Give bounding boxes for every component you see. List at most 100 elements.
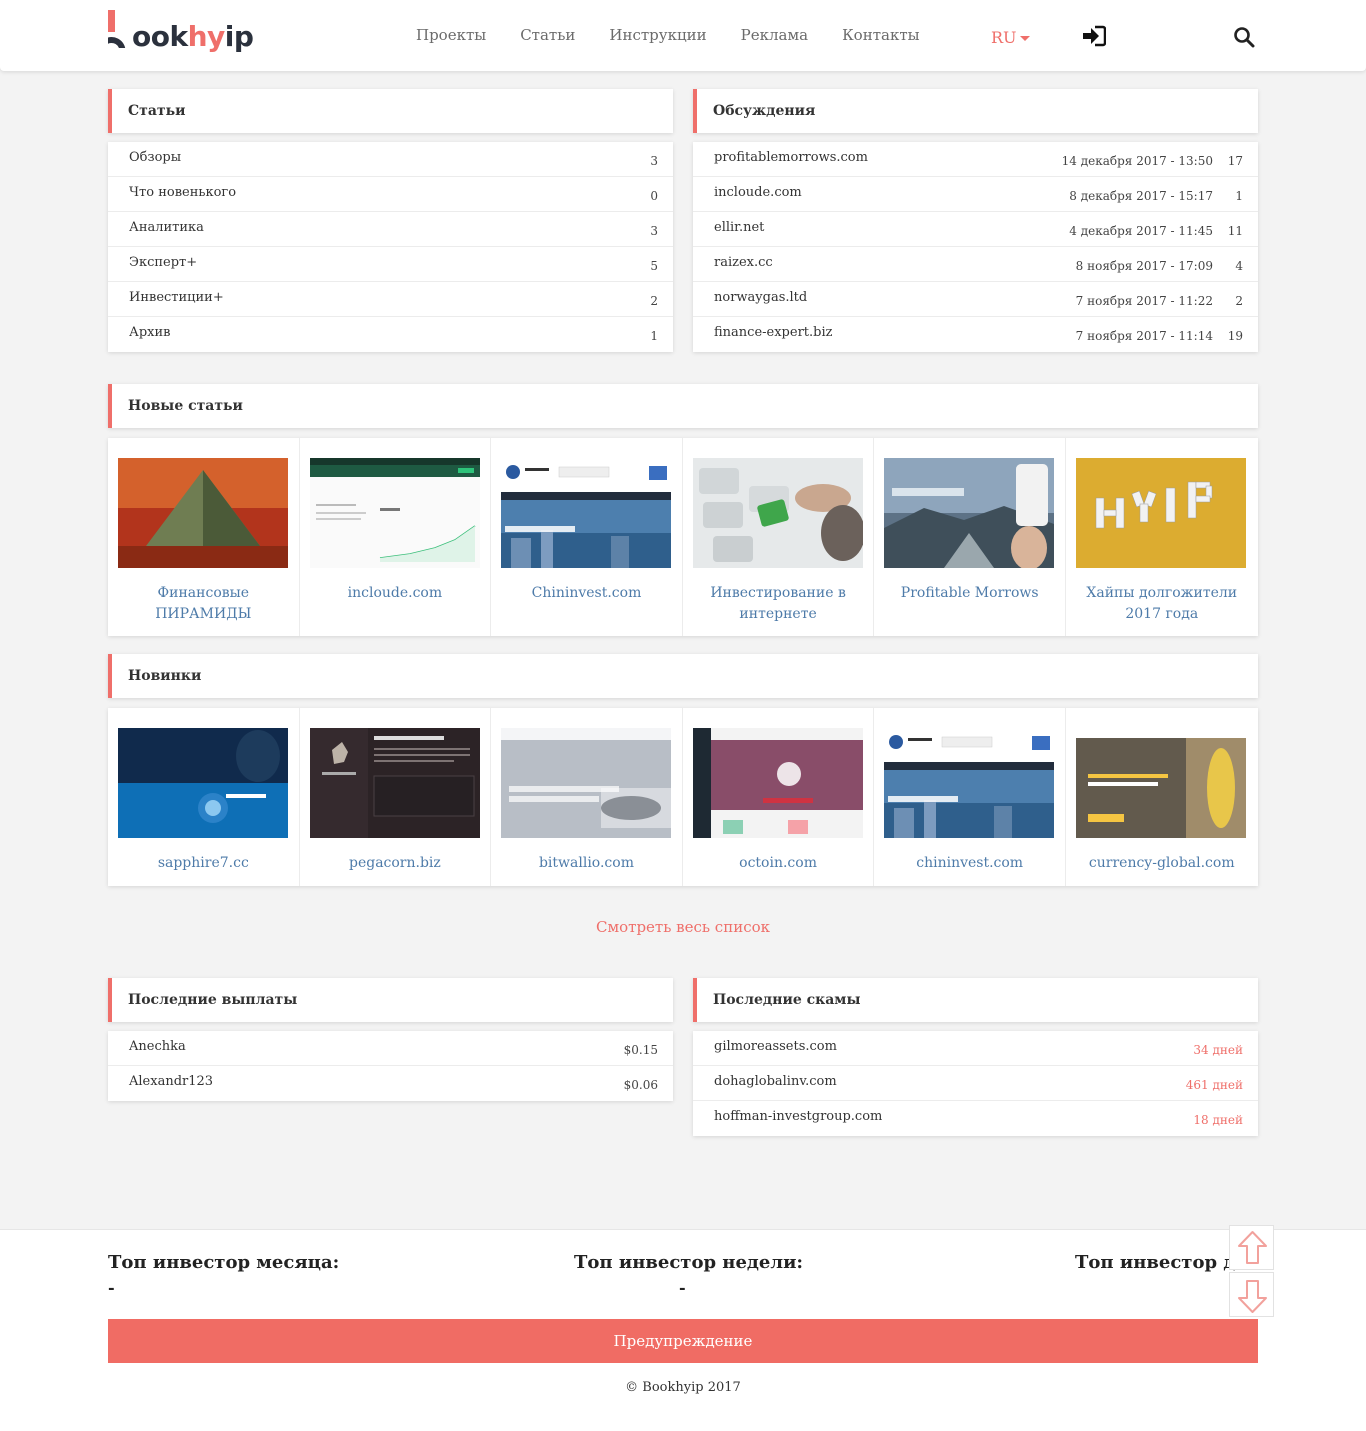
warning-button[interactable]: Предупреждение [108, 1319, 1258, 1363]
scam-row[interactable]: gilmoreassets.com 34 дней [693, 1031, 1258, 1066]
payouts-list: Anechka $0.15 Alexandr123 $0.06 [108, 1031, 673, 1101]
article-card[interactable]: Финансовые ПИРАМИДЫ [108, 438, 300, 636]
card-title[interactable]: pegacorn.biz [304, 853, 487, 874]
discussion-date: 7 ноября 2017 - 11:14 [1075, 329, 1213, 343]
arrow-up-icon [1238, 1231, 1267, 1264]
search-icon[interactable] [1233, 26, 1255, 48]
site-logo[interactable]: ookhyip [108, 10, 273, 55]
articles-heading: Статьи [108, 89, 673, 133]
discussion-date: 7 ноября 2017 - 11:22 [1075, 294, 1213, 308]
nav-contacts[interactable]: Контакты [842, 26, 920, 44]
discussion-count: 11 [1227, 224, 1243, 238]
language-selector[interactable]: RU [991, 28, 1030, 47]
discussion-row[interactable]: norwaygas.ltd 7 ноября 2017 - 11:22 2 [693, 282, 1258, 317]
scam-row[interactable]: hoffman-investgroup.com 18 дней [693, 1101, 1258, 1136]
article-card[interactable]: Chininvest.com [491, 438, 683, 636]
category-name: Что новенького [129, 185, 237, 200]
article-category-row[interactable]: Что новенького 0 [108, 177, 673, 212]
card-title[interactable]: currency-global.com [1070, 853, 1254, 874]
card-title[interactable]: octoin.com [687, 853, 870, 874]
octoin-thumbnail [692, 728, 863, 838]
article-card[interactable]: Profitable Morrows [874, 438, 1066, 636]
discussion-row[interactable]: incloude.com 8 декабря 2017 - 15:17 1 [693, 177, 1258, 212]
scroll-up-button[interactable] [1229, 1225, 1274, 1270]
pyramid-thumbnail [118, 458, 288, 568]
payouts-heading: Последние выплаты [108, 978, 673, 1022]
project-card[interactable]: chininvest.com [874, 708, 1066, 886]
discussion-count: 19 [1227, 329, 1243, 343]
discussion-name: incloude.com [714, 185, 802, 200]
card-title[interactable]: Финансовые ПИРАМИДЫ [112, 583, 295, 625]
discussion-name: ellir.net [714, 220, 765, 235]
language-label: RU [991, 28, 1017, 47]
discussion-row[interactable]: raizex.cc 8 ноября 2017 - 17:09 4 [693, 247, 1258, 282]
nav-articles[interactable]: Статьи [520, 26, 575, 44]
new-projects-grid: sapphire7.cc pegacorn.biz bitwallio.com [108, 708, 1258, 886]
nav-advertising[interactable]: Реклама [741, 26, 808, 44]
articles-list: Обзоры 3 Что новенького 0 Аналитика 3 Экспе… [108, 142, 673, 352]
project-card[interactable]: currency-global.com [1066, 708, 1258, 886]
card-title[interactable]: sapphire7.cc [112, 853, 295, 874]
discussion-row[interactable]: finance-expert.biz 7 ноября 2017 - 11:14 1… [693, 317, 1258, 352]
card-title[interactable]: Инвестирование в интернете [687, 583, 870, 625]
incloude-thumbnail [309, 458, 480, 568]
nav-instructions[interactable]: Инструкции [609, 26, 706, 44]
scams-heading: Последние скамы [693, 978, 1258, 1022]
scam-name: dohaglobalinv.com [714, 1074, 837, 1089]
sapphire-thumbnail [118, 728, 288, 838]
article-card[interactable]: Инвестирование в интернете [683, 438, 875, 636]
discussion-row[interactable]: ellir.net 4 декабря 2017 - 11:45 11 [693, 212, 1258, 247]
discussion-count: 1 [1235, 189, 1243, 203]
article-category-row[interactable]: Аналитика 3 [108, 212, 673, 247]
discussion-name: norwaygas.ltd [714, 290, 808, 305]
card-title[interactable]: Хайпы долгожители 2017 года [1070, 583, 1254, 625]
top-investor-week-value: - [679, 1278, 686, 1297]
new-articles-heading: Новые статьи [108, 384, 1258, 428]
category-count: 3 [650, 154, 658, 168]
category-count: 3 [650, 224, 658, 238]
discussion-date: 8 ноября 2017 - 17:09 [1075, 259, 1213, 273]
project-card[interactable]: pegacorn.biz [300, 708, 492, 886]
card-title[interactable]: Profitable Morrows [878, 583, 1061, 604]
see-all-link[interactable]: Смотреть весь список [0, 918, 1366, 936]
payout-row[interactable]: Alexandr123 $0.06 [108, 1066, 673, 1101]
article-category-row[interactable]: Инвестиции+ 2 [108, 282, 673, 317]
card-title[interactable]: incloude.com [304, 583, 487, 604]
discussion-name: profitablemorrows.com [714, 150, 868, 165]
sign-in-icon[interactable] [1082, 25, 1106, 47]
site-footer: Топ инвестор месяца: - Топ инвестор неде… [0, 1229, 1366, 1431]
new-articles-grid: Финансовые ПИРАМИДЫ incloude.com Chininv… [108, 438, 1258, 636]
article-card[interactable]: incloude.com [300, 438, 492, 636]
card-title[interactable]: chininvest.com [878, 853, 1061, 874]
scam-row[interactable]: dohaglobalinv.com 461 дней [693, 1066, 1258, 1101]
category-name: Эксперт+ [129, 255, 198, 270]
top-investor-month-value: - [108, 1278, 115, 1297]
article-category-row[interactable]: Обзоры 3 [108, 142, 673, 177]
article-category-row[interactable]: Архив 1 [108, 317, 673, 352]
category-name: Обзоры [129, 150, 182, 165]
card-title[interactable]: Chininvest.com [495, 583, 678, 604]
article-category-row[interactable]: Эксперт+ 5 [108, 247, 673, 282]
category-count: 2 [650, 294, 658, 308]
nav-projects[interactable]: Проекты [416, 26, 486, 44]
caret-down-icon [1019, 36, 1030, 41]
category-name: Инвестиции+ [129, 290, 224, 305]
bitwallio-thumbnail [501, 728, 672, 838]
discussion-date: 8 декабря 2017 - 15:17 [1069, 189, 1213, 203]
scroll-down-button[interactable] [1229, 1272, 1274, 1317]
keyboard-thumbnail [692, 458, 863, 568]
card-title[interactable]: bitwallio.com [495, 853, 678, 874]
project-card[interactable]: sapphire7.cc [108, 708, 300, 886]
category-name: Архив [129, 325, 171, 340]
payout-row[interactable]: Anechka $0.15 [108, 1031, 673, 1066]
discussion-row[interactable]: profitablemorrows.com 14 декабря 2017 - 1… [693, 142, 1258, 177]
discussion-count: 2 [1235, 294, 1243, 308]
article-card[interactable]: Хайпы долгожители 2017 года [1066, 438, 1258, 636]
hyip-blocks-thumbnail [1075, 458, 1246, 568]
currency-global-thumbnail [1075, 728, 1246, 838]
discussion-count: 4 [1235, 259, 1243, 273]
scam-name: hoffman-investgroup.com [714, 1109, 883, 1124]
project-card[interactable]: bitwallio.com [491, 708, 683, 886]
category-name: Аналитика [129, 220, 204, 235]
project-card[interactable]: octoin.com [683, 708, 875, 886]
